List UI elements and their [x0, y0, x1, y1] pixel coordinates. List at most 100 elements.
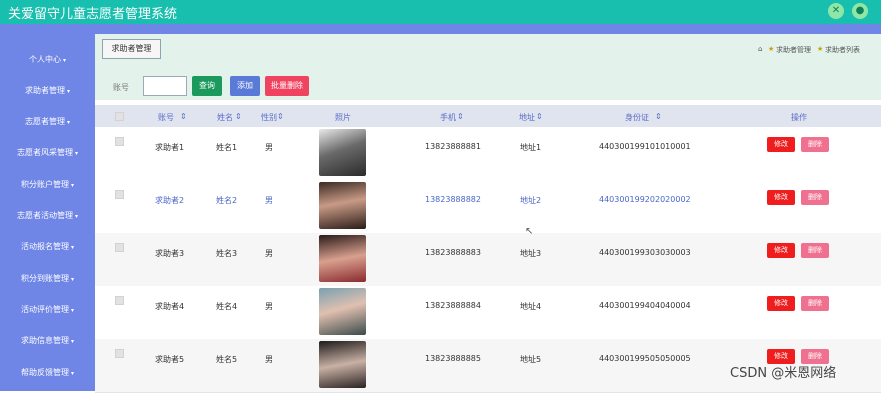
sort-icon[interactable]: ⇕ [235, 112, 242, 121]
row-checkbox[interactable] [115, 296, 124, 305]
cell-account: 求助者3 [155, 249, 185, 258]
select-all-checkbox[interactable] [115, 112, 124, 121]
table-row: 求助者4 姓名4 男 13823888884 地址4 4403001994040… [95, 286, 881, 340]
chevron-down-icon: ▾ [70, 244, 74, 251]
delete-button[interactable]: 删除 [801, 137, 829, 152]
cell-gender: 男 [265, 196, 273, 205]
edit-button[interactable]: 修改 [767, 190, 795, 205]
sidebar-item-feedback[interactable]: 帮助反馈管理 ▾ [0, 367, 95, 378]
cell-phone: 13823888882 [425, 195, 481, 204]
sidebar-item-help-info[interactable]: 求助信息管理 ▾ [0, 335, 95, 346]
sidebar-item-evaluations[interactable]: 活动评价管理 ▾ [0, 304, 95, 315]
user-icon[interactable]: ● [852, 3, 868, 19]
chevron-down-icon: ▾ [74, 150, 78, 157]
chevron-down-icon: ▾ [62, 57, 66, 64]
row-checkbox[interactable] [115, 243, 124, 252]
edit-button[interactable]: 修改 [767, 243, 795, 258]
row-photo [319, 182, 366, 229]
sidebar-item-points-arrival[interactable]: 积分到账管理 ▾ [0, 273, 95, 284]
sidebar-item-seekers[interactable]: 求助者管理 ▾ [0, 85, 95, 96]
cell-name: 姓名1 [216, 143, 238, 152]
main-panel: 求助者管理 ⌂ ★ 求助者管理 ★ 求助者列表 账号 查询 添加 批量删除 账号… [95, 34, 881, 393]
sort-icon[interactable]: ⇕ [180, 112, 187, 121]
chevron-down-icon: ▾ [70, 182, 74, 189]
cell-id-card: 440300199101010001 [599, 142, 691, 151]
table-row: 求助者1 姓名1 男 13823888881 地址1 4403001991010… [95, 127, 881, 181]
search-input[interactable] [143, 76, 187, 96]
chevron-down-icon: ▾ [66, 119, 70, 126]
watermark: CSDN @米恩网络 [730, 366, 837, 381]
cell-address: 地址1 [520, 143, 542, 152]
cell-gender: 男 [265, 249, 273, 258]
cell-gender: 男 [265, 302, 273, 311]
top-band [0, 24, 881, 34]
chevron-down-icon: ▾ [66, 88, 70, 95]
column-header-name[interactable]: 姓名 [217, 112, 233, 123]
table-row: 求助者2 姓名2 男 13823888882 地址2 4403001992020… [95, 180, 881, 234]
top-bar: 关爱留守儿童志愿者管理系统 ✕ ● [0, 0, 881, 24]
cell-name: 姓名5 [216, 355, 238, 364]
row-photo [319, 129, 366, 176]
sidebar-item-registrations[interactable]: 活动报名管理 ▾ [0, 241, 95, 252]
delete-button[interactable]: 删除 [801, 190, 829, 205]
star-icon: ★ [768, 45, 775, 53]
cell-phone: 13823888881 [425, 142, 481, 151]
breadcrumb-item-1[interactable]: 求助者管理 [776, 45, 811, 55]
edit-button[interactable]: 修改 [767, 137, 795, 152]
cell-name: 姓名2 [216, 196, 238, 205]
sort-icon[interactable]: ⇕ [655, 112, 662, 121]
cell-name: 姓名3 [216, 249, 238, 258]
column-header-id-card[interactable]: 身份证 [625, 112, 649, 123]
cell-address: 地址2 [520, 196, 542, 205]
breadcrumb-item-2: 求助者列表 [825, 46, 860, 54]
table-header: 账号 ⇕ 姓名 ⇕ 性别 ⇕ 照片 手机 ⇕ 地址 ⇕ 身份证 ⇕ 操作 [95, 105, 881, 127]
cell-account: 求助者5 [155, 355, 185, 364]
cell-phone: 13823888883 [425, 248, 481, 257]
delete-button[interactable]: 删除 [801, 296, 829, 311]
add-button[interactable]: 添加 [230, 76, 260, 96]
page-tag-button[interactable]: 求助者管理 [102, 39, 161, 59]
column-header-address[interactable]: 地址 [519, 112, 535, 123]
query-button[interactable]: 查询 [192, 76, 222, 96]
sidebar-item-volunteer-style[interactable]: 志愿者风采管理 ▾ [0, 147, 95, 158]
cell-account: 求助者2 [155, 196, 185, 205]
row-photo [319, 341, 366, 388]
column-header-phone[interactable]: 手机 [440, 112, 456, 123]
column-header-gender[interactable]: 性别 [261, 112, 277, 123]
cell-address: 地址3 [520, 249, 542, 258]
cell-name: 姓名4 [216, 302, 238, 311]
column-header-account[interactable]: 账号 [158, 112, 174, 123]
row-photo [319, 288, 366, 335]
cell-id-card: 440300199202020002 [599, 195, 691, 204]
cell-gender: 男 [265, 355, 273, 364]
cell-account: 求助者1 [155, 143, 185, 152]
sort-icon[interactable]: ⇕ [277, 112, 284, 121]
close-icon[interactable]: ✕ [828, 3, 844, 19]
cell-id-card: 440300199404040004 [599, 301, 691, 310]
sidebar-item-activities[interactable]: 志愿者活动管理 ▾ [0, 210, 95, 221]
star-icon: ★ [817, 45, 824, 53]
delete-button[interactable]: 删除 [801, 243, 829, 258]
cell-account: 求助者4 [155, 302, 185, 311]
cell-id-card: 440300199303030003 [599, 248, 691, 257]
sidebar: 个人中心 ▾ 求助者管理 ▾ 志愿者管理 ▾ 志愿者风采管理 ▾ 积分账户管理 ▾ 志愿者… [0, 34, 95, 391]
sort-icon[interactable]: ⇕ [536, 112, 543, 121]
row-checkbox[interactable] [115, 190, 124, 199]
batch-delete-button[interactable]: 批量删除 [265, 76, 309, 96]
sort-icon[interactable]: ⇕ [457, 112, 464, 121]
home-icon[interactable]: ⌂ [758, 45, 762, 53]
cell-address: 地址5 [520, 355, 542, 364]
edit-button[interactable]: 修改 [767, 296, 795, 311]
sidebar-item-volunteers[interactable]: 志愿者管理 ▾ [0, 116, 95, 127]
sidebar-item-profile[interactable]: 个人中心 ▾ [0, 54, 95, 65]
chevron-down-icon: ▾ [70, 276, 74, 283]
cell-gender: 男 [265, 143, 273, 152]
column-header-photo: 照片 [335, 113, 351, 122]
cell-phone: 13823888884 [425, 301, 481, 310]
sidebar-item-points-account[interactable]: 积分账户管理 ▾ [0, 179, 95, 190]
row-checkbox[interactable] [115, 137, 124, 146]
mouse-cursor-icon: ↖ [525, 226, 534, 237]
row-checkbox[interactable] [115, 349, 124, 358]
chevron-down-icon: ▾ [70, 338, 74, 345]
column-header-actions: 操作 [791, 113, 807, 122]
